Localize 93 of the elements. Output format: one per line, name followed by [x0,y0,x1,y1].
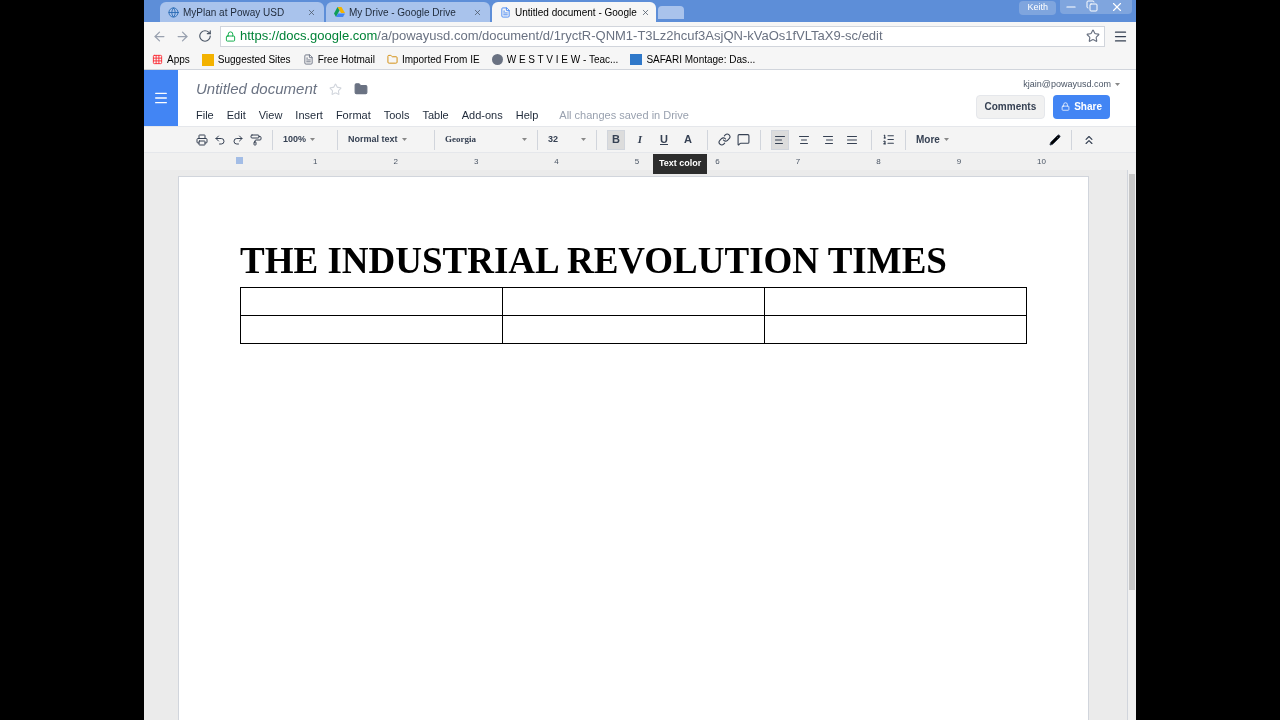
menu-item[interactable]: File [196,106,214,123]
more-menu[interactable]: More [916,132,949,147]
ruler-number: 4 [554,155,559,168]
reload-icon[interactable] [198,29,212,43]
align-left-button[interactable] [771,129,789,150]
tooltip: Text color [653,154,708,174]
scrollbar[interactable] [1127,170,1136,720]
font-select[interactable]: Georgia [445,132,527,147]
bookmark[interactable]: Imported From IE [386,52,480,67]
globe-icon [168,6,179,18]
print-icon[interactable] [196,133,208,146]
pencil-icon[interactable] [1049,133,1061,146]
save-status: All changes saved in Drive [559,107,689,123]
ruler-number: 1 [313,155,318,168]
bookmark[interactable]: W E S T V I E W - Teac... [491,52,619,67]
table-cell[interactable] [240,287,503,316]
lines-icon [153,90,169,106]
lock-icon [225,30,236,42]
drive-icon [334,7,345,17]
size-select[interactable]: 32 [548,132,586,147]
menu-item[interactable]: Table [422,106,449,123]
close-icon[interactable] [307,7,316,17]
folder-icon [386,54,398,65]
menu-item[interactable]: Edit [226,106,246,123]
ruler-number: 3 [473,155,479,168]
bookmark[interactable]: Free Hotmail [302,52,375,67]
folder-icon[interactable] [353,82,368,97]
ruler-number: 8 [876,155,881,168]
menu-item[interactable]: Help [515,106,539,123]
tab-title: MyPlan at Poway USD [183,5,286,20]
bookmark[interactable]: Suggested Sites [201,52,291,67]
ruler-number: 7 [795,155,801,168]
align-center-icon [798,133,810,146]
align-left-icon [774,133,786,146]
caret-icon [401,138,407,141]
format-button[interactable]: B [607,129,625,150]
ruler-number: 9 [956,155,962,168]
document-heading[interactable]: THE INDUSTRIAL REVOLUTION TIMES [240,239,1027,283]
table-cell[interactable] [764,287,1027,316]
tab-title: My Drive - Google Drive [349,5,457,20]
table-cell[interactable] [240,315,503,344]
bookmark[interactable]: Apps [152,52,190,67]
ruler-number: 5 [634,155,640,168]
close-icon[interactable] [473,7,482,17]
account-email[interactable]: kjain@powayusd.com [1023,78,1120,92]
comments-button[interactable]: Comments [975,94,1046,119]
line-spacing-icon[interactable] [882,133,895,146]
menu-item[interactable]: Insert [295,106,323,123]
table-cell[interactable] [764,315,1027,344]
ruler-number: 10 [1037,155,1046,168]
page-icon [302,54,314,65]
browser-tab[interactable]: MyPlan at Poway USD [160,2,324,22]
menu-icon[interactable] [1113,28,1128,44]
align-right-icon [822,133,834,146]
ruler-number: 2 [393,155,398,168]
menu-item[interactable]: Format [335,106,371,123]
table-cell[interactable] [502,315,765,344]
url-text: https://docs.google.com/a/powayusd.com/document/d/1ryctR-QNM1-T3Lz2hcuf3AsjQN-kVaOs1fVLTaX9-sc/edit [240,27,883,46]
table-cell[interactable] [502,287,765,316]
format-button[interactable]: A [679,129,697,150]
browser-tab[interactable]: My Drive - Google Drive [326,2,490,22]
format-button[interactable]: I [631,129,649,150]
tab-title: Untitled document - Google [515,5,637,20]
paint-format-icon[interactable] [250,133,262,146]
bookmark[interactable]: SAFARI Montage: Das... [630,52,756,67]
apps-icon [152,54,163,65]
share-button[interactable]: Share [1053,94,1110,119]
caret-icon [581,138,586,141]
caret-icon [1115,83,1120,87]
menu-item[interactable]: Tools [383,106,410,123]
document-icon [500,6,511,18]
style-select[interactable]: Normal text [348,132,424,147]
close-icon[interactable] [640,7,650,17]
format-button[interactable]: U [655,129,673,150]
browser-tab[interactable]: Untitled document - Google [492,2,656,22]
caret-icon [943,138,949,141]
lock-icon [1061,102,1071,111]
star-icon[interactable] [1086,29,1100,43]
document-title[interactable]: Untitled document [196,78,317,101]
zoom-select[interactable]: 100% [283,132,327,147]
align-justify-icon [846,133,858,146]
indent-marker-icon[interactable] [236,157,243,164]
docs-logo[interactable] [144,70,178,126]
menu-item[interactable]: View [258,106,283,123]
address-bar[interactable]: https://docs.google.com/a/powayusd.com/document/d/1ryctR-QNM1-T3Lz2hcuf3AsjQN-kVaOs1fVLTaX9-sc/edit [220,25,1105,47]
link-icon[interactable] [718,133,731,146]
caret-icon [310,138,316,141]
redo-icon[interactable] [232,133,244,146]
comment-icon[interactable] [737,133,750,146]
undo-icon[interactable] [214,133,226,146]
caret-icon [522,138,527,141]
ruler-number: 6 [715,155,720,168]
menu-item[interactable]: Add-ons [461,106,503,123]
